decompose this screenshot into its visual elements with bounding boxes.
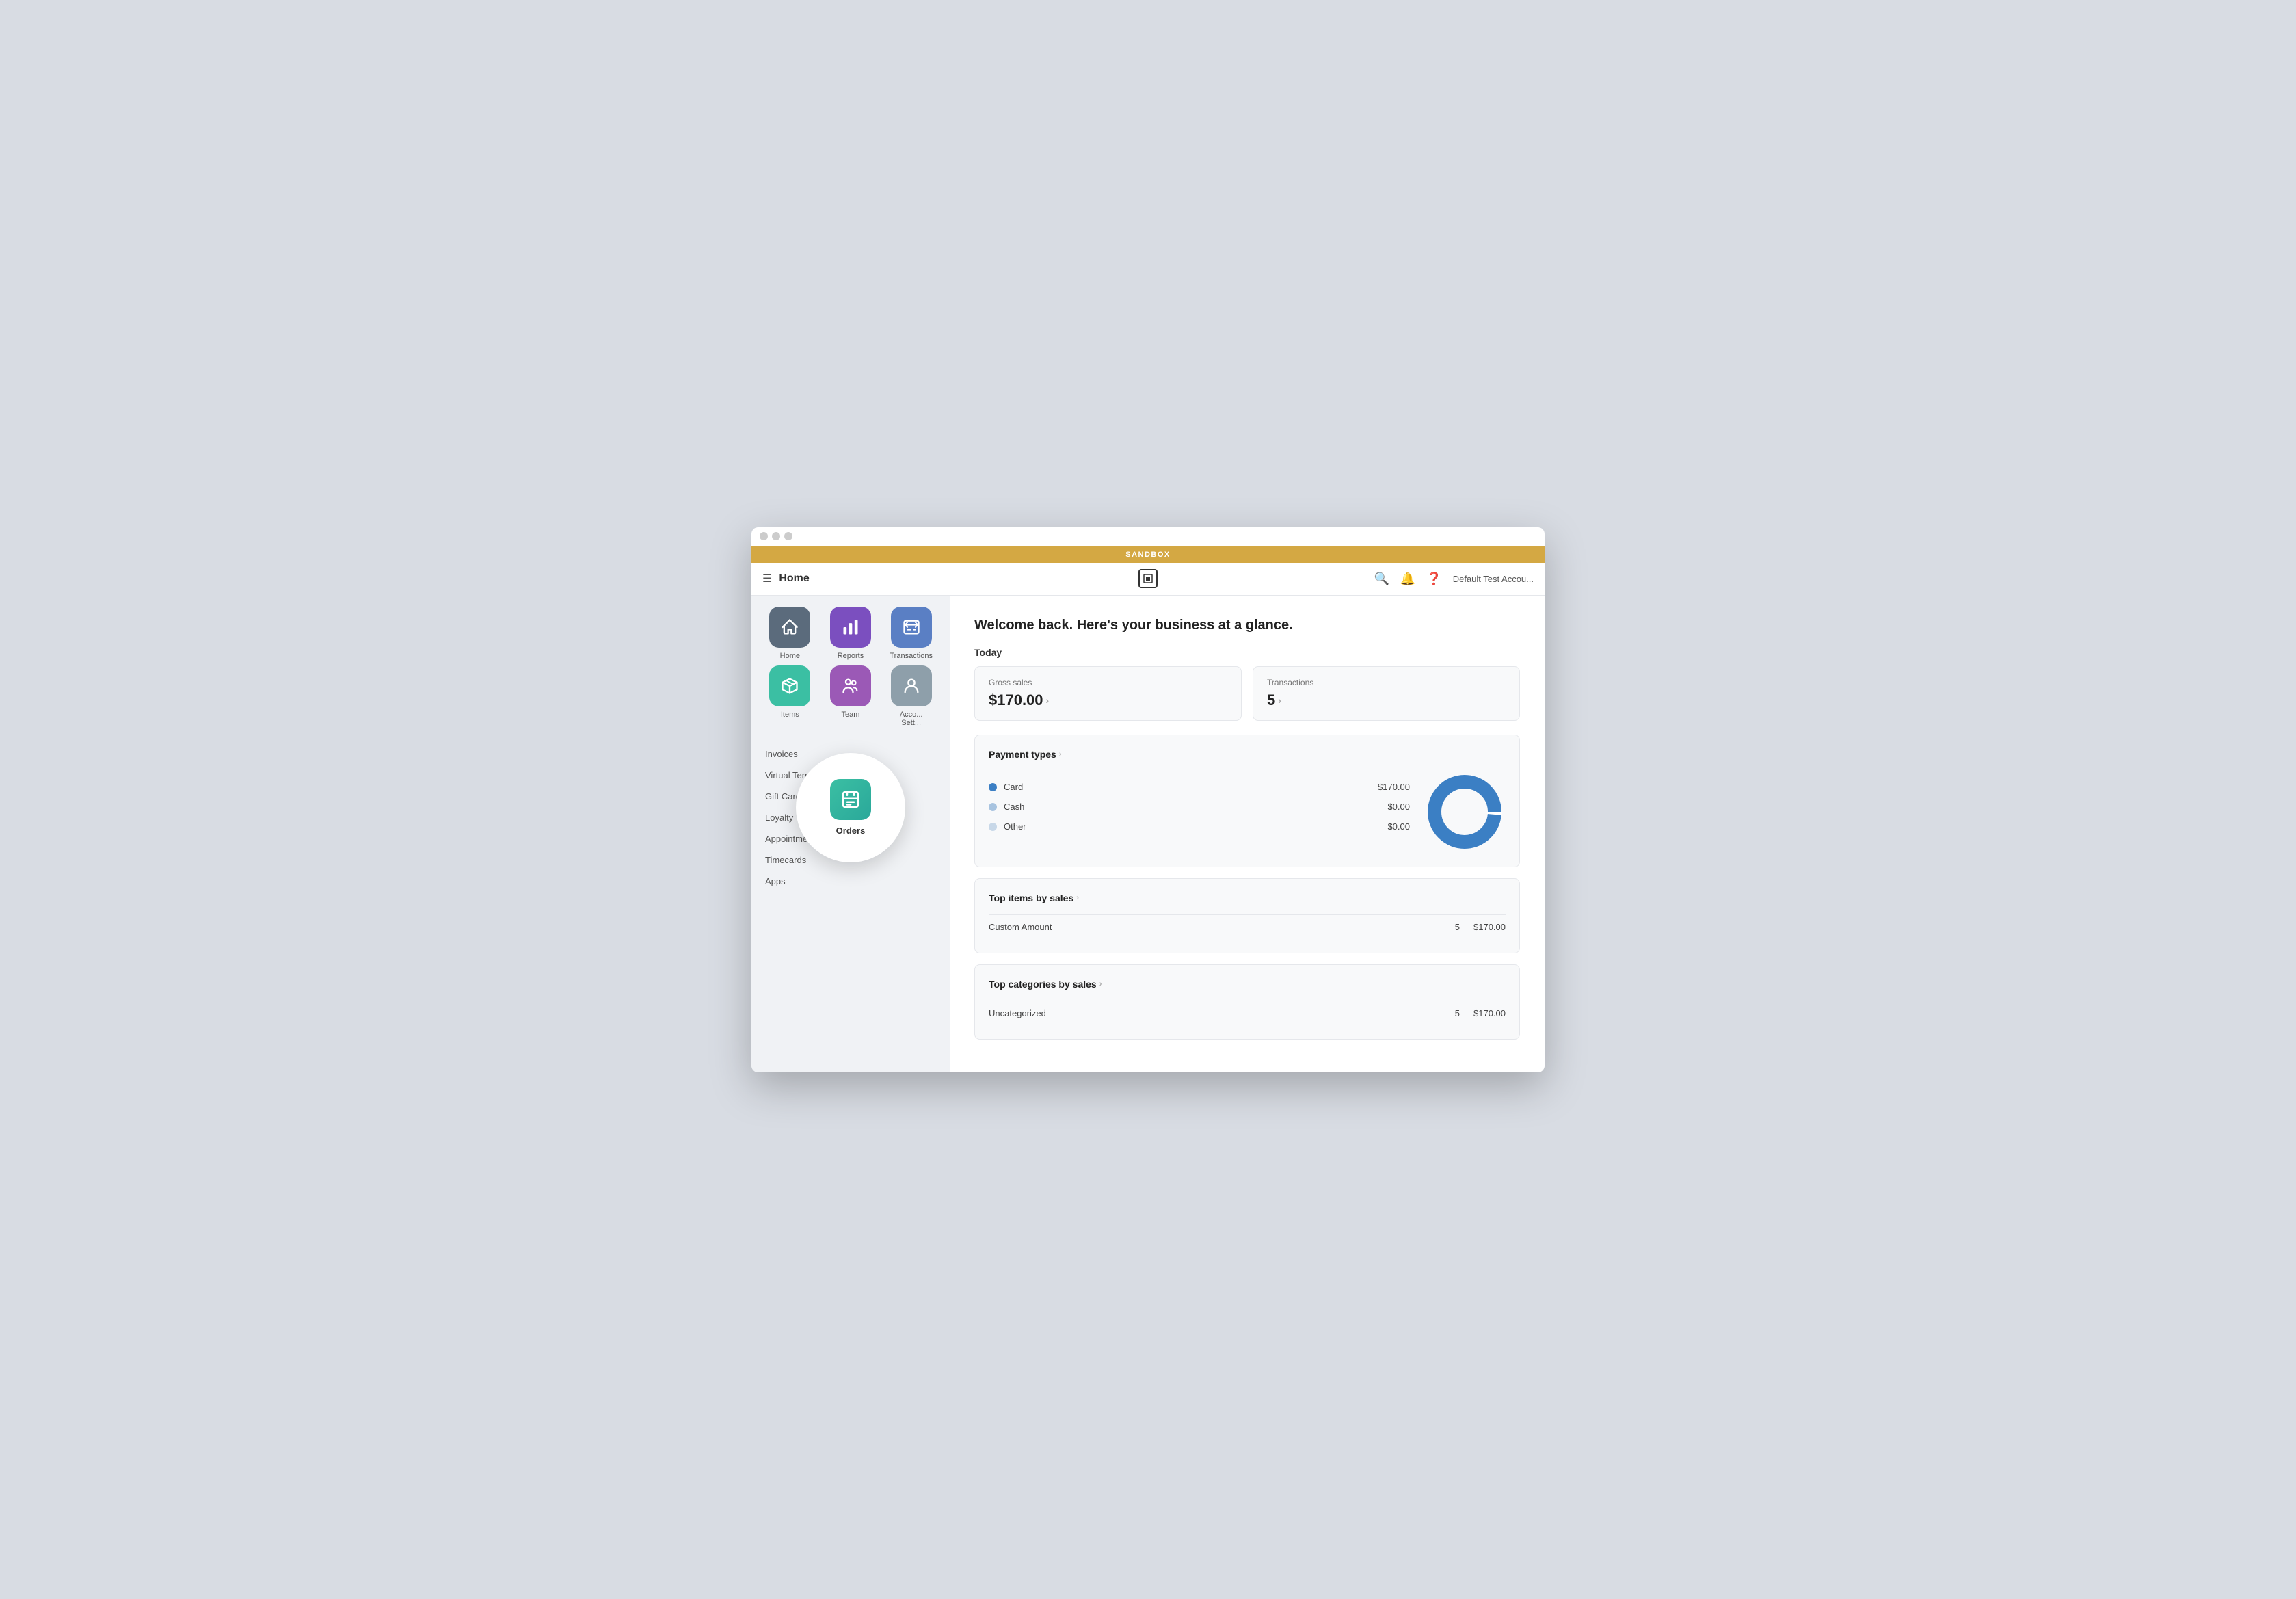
app-window: SANDBOX ☰ Home 🔍 🔔 ❓ Default Test Accou.… <box>751 527 1545 1072</box>
main-content: Welcome back. Here's your business at a … <box>950 596 1545 1072</box>
app-body: Home Reports <box>751 596 1545 1072</box>
sandbox-bar: SANDBOX <box>751 546 1545 563</box>
transactions-label: Transactions <box>890 652 933 660</box>
cash-dot <box>989 803 997 811</box>
items-icon <box>780 676 799 696</box>
help-icon[interactable]: ❓ <box>1426 572 1441 586</box>
top-items-card: Top items by sales › Custom Amount 5 $17… <box>974 878 1520 953</box>
payment-types-title[interactable]: Payment types › <box>989 749 1506 760</box>
account-icon <box>902 676 921 696</box>
category-amount: $170.00 <box>1473 1008 1506 1018</box>
gross-sales-value: $170.00 › <box>989 691 1227 709</box>
header-title: Home <box>779 572 809 585</box>
orders-tooltip-label: Orders <box>836 825 866 836</box>
payment-row-card: Card $170.00 <box>989 782 1410 792</box>
payment-row-other: Other $0.00 <box>989 821 1410 832</box>
reports-label: Reports <box>838 652 864 660</box>
top-categories-arrow: › <box>1099 980 1102 988</box>
donut-chart-svg <box>1424 771 1506 853</box>
category-count: 5 <box>1455 1008 1460 1018</box>
traffic-light-minimize[interactable] <box>772 532 780 540</box>
orders-tooltip[interactable]: Orders <box>796 753 905 862</box>
traffic-light-maximize[interactable] <box>784 532 792 540</box>
gross-sales-arrow: › <box>1046 695 1050 706</box>
reports-icon <box>841 618 860 637</box>
gross-sales-card[interactable]: Gross sales $170.00 › <box>974 666 1242 721</box>
team-icon <box>841 676 860 696</box>
search-icon[interactable]: 🔍 <box>1374 572 1389 586</box>
top-categories-card: Top categories by sales › Uncategorized … <box>974 964 1520 1040</box>
card-amount: $170.00 <box>1378 782 1410 792</box>
card-dot <box>989 783 997 791</box>
top-items-arrow: › <box>1076 894 1079 902</box>
sidebar-item-account-settings[interactable]: Acco...Sett... <box>883 665 939 727</box>
transactions-value: 5 › <box>1267 691 1506 709</box>
team-icon-box <box>830 665 871 706</box>
payment-row-cash: Cash $0.00 <box>989 802 1410 812</box>
table-row: Custom Amount 5 $170.00 <box>989 914 1506 939</box>
transactions-icon-box <box>891 607 932 648</box>
transactions-title: Transactions <box>1267 678 1506 687</box>
app-header: ☰ Home 🔍 🔔 ❓ Default Test Accou... <box>751 563 1545 596</box>
traffic-light-close[interactable] <box>760 532 768 540</box>
home-label: Home <box>780 652 800 660</box>
sidebar-item-transactions[interactable]: Transactions <box>883 607 939 660</box>
orders-icon-box <box>830 779 871 820</box>
stats-row: Gross sales $170.00 › Transactions 5 › <box>974 666 1520 721</box>
other-name: Other <box>1004 821 1380 832</box>
header-left: ☰ Home <box>762 572 810 585</box>
home-icon <box>780 618 799 637</box>
payment-types-content: Card $170.00 Cash $0.00 Other $0.00 <box>989 771 1506 853</box>
sidebar-link-apps[interactable]: Apps <box>762 871 939 892</box>
account-icon-box <box>891 665 932 706</box>
account-label: Acco...Sett... <box>900 711 923 727</box>
gross-sales-title: Gross sales <box>989 678 1227 687</box>
payment-types-arrow: › <box>1059 750 1062 758</box>
donut-chart <box>1424 771 1506 853</box>
sidebar-item-home[interactable]: Home <box>762 607 818 660</box>
today-label: Today <box>974 647 1520 658</box>
sandbox-label: SANDBOX <box>1125 551 1171 559</box>
other-amount: $0.00 <box>1387 821 1410 832</box>
category-name: Uncategorized <box>989 1008 1455 1018</box>
top-items-title[interactable]: Top items by sales › <box>989 893 1506 903</box>
payment-types-card: Payment types › Card $170.00 Cash $0 <box>974 735 1520 867</box>
reports-icon-box <box>830 607 871 648</box>
sidebar-item-reports[interactable]: Reports <box>823 607 879 660</box>
notification-icon[interactable]: 🔔 <box>1400 572 1415 586</box>
header-right: 🔍 🔔 ❓ Default Test Accou... <box>1374 572 1534 586</box>
payment-list: Card $170.00 Cash $0.00 Other $0.00 <box>989 782 1410 841</box>
sidebar: Home Reports <box>751 596 950 1072</box>
card-name: Card <box>1004 782 1371 792</box>
orders-icon <box>840 789 861 810</box>
sidebar-item-items[interactable]: Items <box>762 665 818 727</box>
nav-icons-grid: Home Reports <box>762 607 939 727</box>
sidebar-item-team[interactable]: Team <box>823 665 879 727</box>
other-dot <box>989 823 997 831</box>
categories-table-row: Uncategorized 5 $170.00 <box>989 1001 1506 1025</box>
items-icon-box <box>769 665 810 706</box>
transactions-arrow: › <box>1278 695 1281 706</box>
transactions-card[interactable]: Transactions 5 › <box>1253 666 1520 721</box>
cash-name: Cash <box>1004 802 1380 812</box>
welcome-text: Welcome back. Here's your business at a … <box>974 618 1520 633</box>
cash-amount: $0.00 <box>1387 802 1410 812</box>
home-icon-box <box>769 607 810 648</box>
top-categories-title[interactable]: Top categories by sales › <box>989 979 1506 990</box>
item-name: Custom Amount <box>989 922 1455 932</box>
square-logo <box>1138 569 1158 588</box>
account-menu[interactable]: Default Test Accou... <box>1453 574 1534 584</box>
item-amount: $170.00 <box>1473 922 1506 932</box>
items-label: Items <box>781 711 799 719</box>
title-bar <box>751 527 1545 546</box>
transactions-icon <box>902 618 921 637</box>
team-label: Team <box>842 711 860 719</box>
square-logo-icon <box>1143 574 1153 583</box>
item-count: 5 <box>1455 922 1460 932</box>
hamburger-icon[interactable]: ☰ <box>762 572 772 585</box>
